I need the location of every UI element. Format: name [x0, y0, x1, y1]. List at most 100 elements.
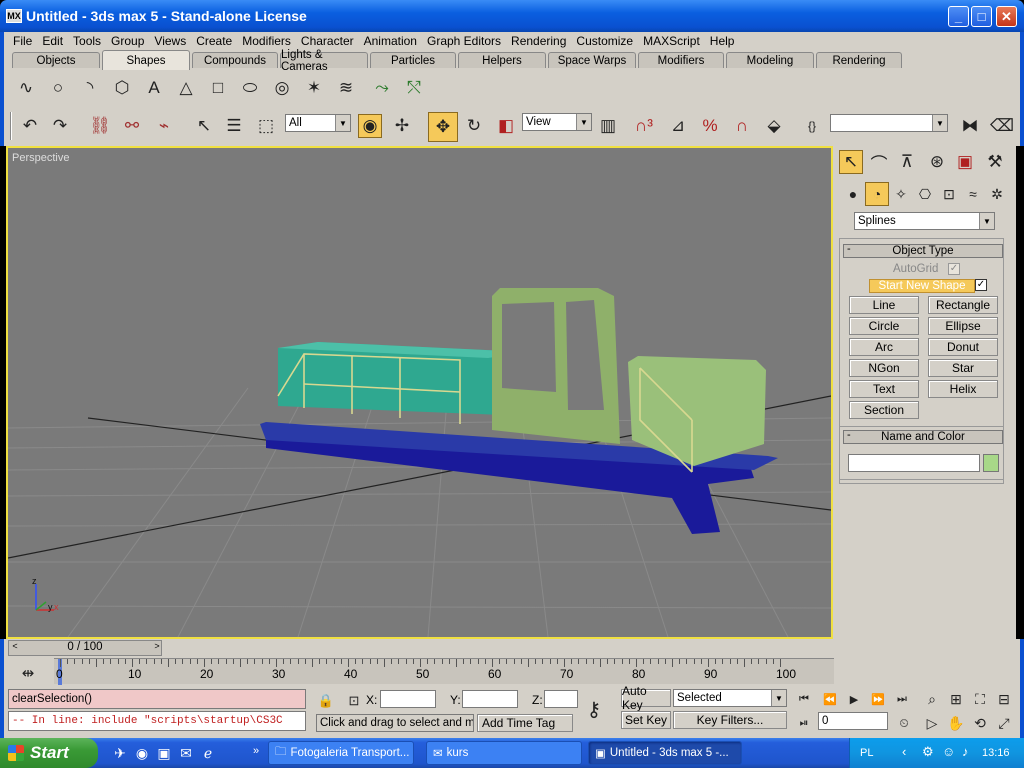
more-icon[interactable]: » [244, 739, 268, 763]
display-panel-icon[interactable]: ▣ [953, 150, 977, 174]
select-move-icon[interactable]: ✢ [390, 114, 414, 138]
z-coordinate-field[interactable] [544, 690, 578, 708]
menu-modifiers[interactable]: Modifiers [237, 34, 296, 48]
start-new-shape-button[interactable]: Start New Shape [869, 279, 975, 293]
named-selection-sets-icon[interactable]: {} [800, 114, 824, 138]
line-shape-icon[interactable]: ∿ [14, 76, 38, 100]
lights-category-icon[interactable]: ✧ [889, 182, 913, 206]
volume-icon[interactable]: ♪ [962, 744, 969, 759]
select-object-icon[interactable]: ↖ [192, 114, 216, 138]
hierarchy-panel-icon[interactable]: ⊼ [895, 150, 919, 174]
language-indicator[interactable]: PL [860, 747, 873, 759]
taskbar-item-kurs[interactable]: ✉ kurs [426, 741, 582, 765]
tab-shapes[interactable]: Shapes [102, 50, 190, 70]
create-panel-icon[interactable]: ↖ [839, 150, 863, 174]
key-mode-toggle-icon[interactable]: ⏯ [792, 711, 816, 735]
tab-compounds[interactable]: Compounds [192, 52, 278, 68]
taskbar-item-fotogaleria[interactable]: 🗀 Fotogaleria Transport... [268, 741, 414, 765]
quicklaunch-icon[interactable]: ◉ [130, 741, 154, 765]
star-shape-icon[interactable]: ✶ [302, 76, 326, 100]
text-button[interactable]: Text [849, 380, 919, 398]
menu-create[interactable]: Create [191, 34, 237, 48]
maximize-viewport-icon[interactable]: ⤢ [992, 711, 1016, 735]
menu-views[interactable]: Views [149, 34, 191, 48]
spline-ik-chain-icon[interactable]: ⤲ [402, 76, 426, 100]
named-selection-dropdown[interactable]: ▼ [830, 114, 948, 132]
tray-icon[interactable]: ⚙ [922, 744, 934, 760]
donut-button[interactable]: Donut [928, 338, 998, 356]
menu-file[interactable]: File [8, 34, 37, 48]
maximize-button[interactable]: □ [971, 6, 992, 27]
circle-shape-icon[interactable]: ○ [46, 76, 70, 100]
spline-ik-icon[interactable]: ⤳ [370, 76, 394, 100]
viewport-label[interactable]: Perspective [12, 152, 69, 164]
window-crossing-icon[interactable]: ◉ [358, 114, 382, 138]
ngon-button[interactable]: NGon [849, 359, 919, 377]
x-coordinate-field[interactable] [380, 690, 436, 708]
ellipse-button[interactable]: Ellipse [928, 317, 998, 335]
absolute-mode-icon[interactable]: ⊡ [342, 689, 366, 713]
select-by-name-icon[interactable]: ☰ [222, 114, 246, 138]
taskbar-item-3dsmax[interactable]: ▣ Untitled - 3ds max 5 -... [588, 741, 742, 765]
go-to-end-icon[interactable]: ⏭ [890, 687, 914, 711]
minimize-button[interactable]: _ [948, 6, 969, 27]
tray-icon[interactable]: ☺ [942, 744, 955, 759]
menu-edit[interactable]: Edit [37, 34, 68, 48]
unlink-icon[interactable]: ⚯ [120, 114, 144, 138]
section-shape-icon[interactable]: △ [174, 76, 198, 100]
donut-shape-icon[interactable]: ◎ [270, 76, 294, 100]
geometry-category-icon[interactable]: ● [841, 182, 865, 206]
menu-graph-editors[interactable]: Graph Editors [422, 34, 506, 48]
tray-expand-icon[interactable]: ‹ [902, 744, 906, 759]
menu-rendering[interactable]: Rendering [506, 34, 571, 48]
play-icon[interactable]: ▶ [842, 687, 866, 711]
key-filters-button[interactable]: Key Filters... [673, 711, 787, 729]
cameras-category-icon[interactable]: ⎔ [913, 182, 937, 206]
tab-space-warps[interactable]: Space Warps [548, 52, 636, 68]
select-and-rotate-icon[interactable]: ↻ [462, 114, 486, 138]
arc-shape-icon[interactable]: ◝ [78, 76, 102, 100]
menu-tools[interactable]: Tools [68, 34, 106, 48]
menu-customize[interactable]: Customize [571, 34, 638, 48]
angle-snap-icon[interactable]: ⊿ [666, 114, 690, 138]
rectangular-selection-icon[interactable]: ⬚ [254, 114, 278, 138]
star-button[interactable]: Star [928, 359, 998, 377]
zoom-extents-all-icon[interactable]: ⊟ [992, 687, 1016, 711]
spinner-snap-icon[interactable]: ∩ [730, 114, 754, 138]
tab-particles[interactable]: Particles [370, 52, 456, 68]
menu-character[interactable]: Character [296, 34, 359, 48]
quicklaunch-icon[interactable]: ✈ [108, 741, 132, 765]
tab-lights-cameras[interactable]: Lights & Cameras [280, 49, 368, 73]
maxscript-listener-input[interactable]: clearSelection() [8, 689, 306, 709]
slider-right-arrow-icon[interactable]: > [151, 641, 163, 655]
time-configuration-icon[interactable]: ⏲ [892, 711, 916, 735]
arc-rotate-icon[interactable]: ⟲ [968, 711, 992, 735]
object-color-swatch[interactable] [983, 454, 999, 472]
modify-panel-icon[interactable]: ⌒ [867, 150, 891, 174]
slider-left-arrow-icon[interactable]: < [9, 641, 21, 655]
selection-filter-dropdown[interactable]: All ▼ [285, 114, 351, 132]
previous-frame-icon[interactable]: ⏪ [818, 687, 842, 711]
y-coordinate-field[interactable] [462, 690, 518, 708]
add-time-tag-button[interactable]: Add Time Tag [477, 714, 573, 732]
tab-modifiers[interactable]: Modifiers [638, 52, 724, 68]
pan-view-icon[interactable]: ✋ [944, 711, 968, 735]
bind-space-warp-icon[interactable]: ⌁ [152, 114, 176, 138]
zoom-extents-icon[interactable]: ⛶ [968, 687, 992, 711]
helpers-category-icon[interactable]: ⊡ [937, 182, 961, 206]
select-and-move-icon[interactable]: ✥ [428, 112, 458, 142]
object-name-field[interactable] [848, 454, 980, 472]
mirror-icon[interactable]: ⧓ [958, 114, 982, 138]
circle-button[interactable]: Circle [849, 317, 919, 335]
zoom-icon[interactable]: ⌕ [920, 687, 944, 711]
key-mode-dropdown[interactable]: Selected ▼ [673, 689, 787, 707]
menu-group[interactable]: Group [106, 34, 149, 48]
go-to-start-icon[interactable]: ⏮ [792, 687, 816, 711]
tab-helpers[interactable]: Helpers [458, 52, 546, 68]
key-icon[interactable]: ⚷ [582, 697, 606, 721]
autogrid-checkbox[interactable]: ✓ [948, 263, 960, 275]
maxscript-listener-output[interactable]: -- In line: include "scripts\startup\CS3… [8, 711, 306, 731]
helix-button[interactable]: Helix [928, 380, 998, 398]
select-and-scale-icon[interactable]: ◧ [494, 114, 518, 138]
start-new-shape-checkbox[interactable]: ✓ [975, 279, 987, 291]
